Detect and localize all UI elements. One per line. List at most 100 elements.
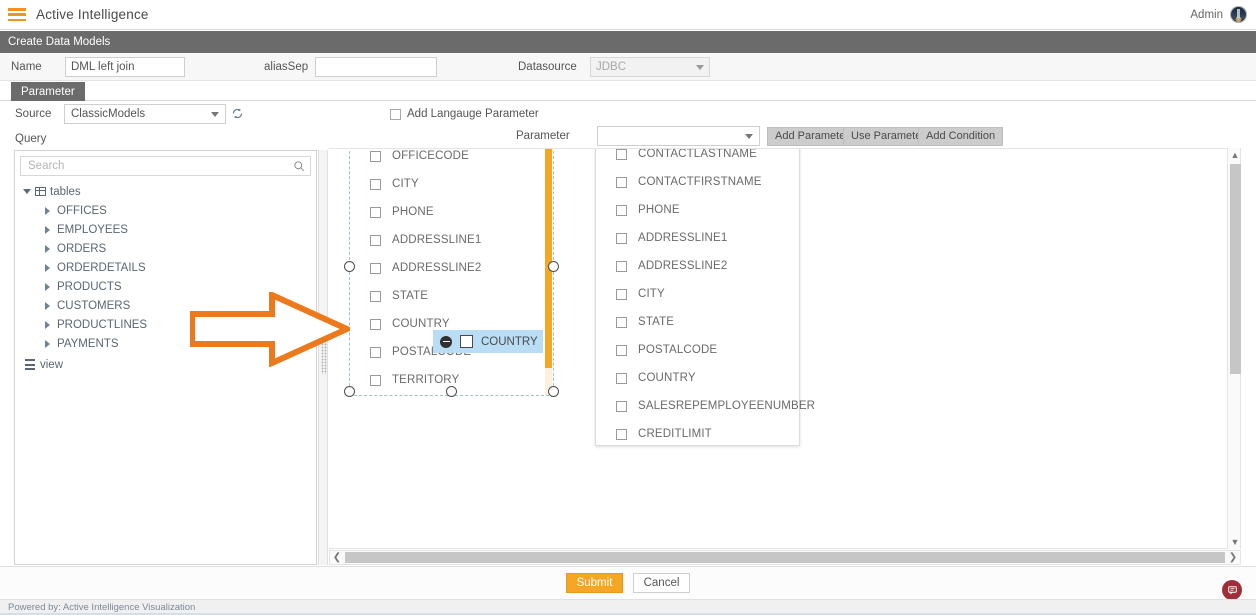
tab-strip: Parameter: [0, 82, 1256, 101]
field-row[interactable]: ADDRESSLINE2: [596, 252, 799, 280]
user-avatar[interactable]: [1230, 6, 1247, 23]
cancel-button[interactable]: Cancel: [633, 573, 690, 593]
checkbox-icon[interactable]: [616, 400, 627, 412]
field-row[interactable]: PHONE: [350, 198, 553, 226]
submit-label: Submit: [576, 577, 613, 589]
resize-handle-bottom-center[interactable]: [446, 386, 457, 397]
panel-splitter[interactable]: [318, 150, 328, 565]
chevron-left-icon[interactable]: ❮: [330, 550, 344, 565]
hamburger-icon[interactable]: [8, 8, 26, 21]
checkbox-icon[interactable]: [370, 290, 381, 302]
field-row[interactable]: POSTALCODE: [596, 336, 799, 364]
checkbox-icon[interactable]: [370, 178, 381, 190]
aliassep-input[interactable]: [315, 57, 437, 77]
chevron-right-icon[interactable]: [45, 282, 50, 291]
checkbox-icon[interactable]: [616, 344, 627, 356]
tree-node-tables[interactable]: tables: [15, 182, 316, 201]
tree-item-employees[interactable]: EMPLOYEES: [15, 220, 316, 239]
parameter-select[interactable]: [597, 126, 760, 146]
checkbox-icon[interactable]: [370, 374, 381, 386]
resize-handle-middle-left[interactable]: [344, 261, 355, 272]
chevron-down-icon[interactable]: [23, 189, 31, 194]
field-row[interactable]: CREDITLIMIT: [596, 420, 799, 448]
checkbox-icon[interactable]: [616, 260, 627, 272]
chevron-right-icon[interactable]: [45, 339, 50, 348]
chevron-right-icon[interactable]: [45, 225, 50, 234]
chevron-up-icon[interactable]: ▲: [1228, 148, 1242, 162]
checkbox-icon[interactable]: [370, 346, 381, 358]
table-panel-1[interactable]: OFFICECODE CITY PHONE ADDRESSLINE1 ADDRE…: [344, 149, 559, 397]
checkbox-icon[interactable]: [370, 150, 381, 162]
field-row[interactable]: ADDRESSLINE1: [596, 224, 799, 252]
checkbox-icon[interactable]: [370, 234, 381, 246]
add-condition-button[interactable]: Add Condition: [918, 127, 1004, 146]
tree-item-productlines[interactable]: PRODUCTLINES: [15, 315, 316, 334]
tree-item-orders[interactable]: ORDERS: [15, 239, 316, 258]
checkbox-icon[interactable]: [460, 335, 473, 348]
checkbox-icon[interactable]: [370, 318, 381, 330]
table-panel-2[interactable]: CONTACTLASTNAME CONTACTFIRSTNAME PHONE A…: [595, 149, 815, 448]
add-language-parameter-checkbox[interactable]: Add Langauge Parameter: [390, 108, 539, 120]
field-label: CREDITLIMIT: [638, 428, 712, 440]
checkbox-icon[interactable]: [616, 372, 627, 384]
search-icon[interactable]: [293, 160, 305, 172]
submit-button[interactable]: Submit: [566, 573, 623, 593]
canvas-horizontal-scrollbar[interactable]: ❮ ❯: [329, 550, 1241, 565]
tree-item-products[interactable]: PRODUCTS: [15, 277, 316, 296]
datasource-select[interactable]: JDBC: [590, 57, 710, 77]
source-select[interactable]: ClassicModels: [64, 104, 226, 124]
model-canvas[interactable]: OFFICECODE CITY PHONE ADDRESSLINE1 ADDRE…: [329, 148, 1241, 549]
checkbox-icon[interactable]: [616, 288, 627, 300]
vertical-scroll-thumb[interactable]: [1230, 164, 1241, 374]
drag-ghost-country[interactable]: COUNTRY: [433, 330, 543, 353]
checkbox-icon[interactable]: [616, 316, 627, 328]
name-input[interactable]: [65, 57, 185, 77]
canvas-vertical-scrollbar[interactable]: ▲ ▼: [1227, 148, 1241, 549]
resize-handle-bottom-left[interactable]: [344, 386, 355, 397]
field-row[interactable]: COUNTRY: [596, 364, 799, 392]
field-label: CITY: [638, 288, 665, 300]
tree-item-offices[interactable]: OFFICES: [15, 201, 316, 220]
checkbox-icon[interactable]: [370, 262, 381, 274]
top-bar: Active Intelligence Admin: [0, 0, 1256, 30]
checkbox-icon[interactable]: [616, 232, 627, 244]
checkbox-icon[interactable]: [616, 428, 627, 440]
field-row[interactable]: PHONE: [596, 196, 799, 224]
field-row[interactable]: CONTACTFIRSTNAME: [596, 168, 799, 196]
field-row[interactable]: CONTACTLASTNAME: [596, 149, 799, 168]
field-row[interactable]: CITY: [596, 280, 799, 308]
field-row[interactable]: STATE: [350, 282, 553, 310]
chevron-right-icon[interactable]: [45, 301, 50, 310]
tree-node-view[interactable]: view: [15, 355, 316, 374]
field-row[interactable]: STATE: [596, 308, 799, 336]
field-row[interactable]: CITY: [350, 170, 553, 198]
splitter-grip[interactable]: [321, 340, 327, 374]
tree-node-view-label: view: [40, 358, 64, 371]
resize-handle-bottom-right[interactable]: [548, 386, 559, 397]
search-row[interactable]: [20, 156, 311, 176]
resize-handle-middle-right[interactable]: [548, 261, 559, 272]
chevron-down-icon[interactable]: ▼: [1228, 535, 1242, 549]
checkbox-icon[interactable]: [616, 204, 627, 216]
chevron-right-icon[interactable]: [45, 320, 50, 329]
chat-bubble-icon[interactable]: [1222, 580, 1242, 600]
field-row[interactable]: ADDRESSLINE1: [350, 226, 553, 254]
horizontal-scroll-thumb[interactable]: [345, 552, 1225, 563]
chevron-right-icon[interactable]: [45, 206, 50, 215]
checkbox-icon[interactable]: [616, 176, 627, 188]
checkbox-icon[interactable]: [370, 206, 381, 218]
search-input[interactable]: [26, 159, 293, 173]
chevron-right-icon[interactable]: ❯: [1226, 550, 1240, 565]
field-row[interactable]: SALESREPEMPLOYEENUMBER: [596, 392, 815, 420]
tree-item-payments[interactable]: PAYMENTS: [15, 334, 316, 353]
tree-item-orderdetails[interactable]: ORDERDETAILS: [15, 258, 316, 277]
chevron-right-icon[interactable]: [45, 244, 50, 253]
tab-parameter[interactable]: Parameter: [11, 82, 85, 101]
tree-item-customers[interactable]: CUSTOMERS: [15, 296, 316, 315]
checkbox-icon[interactable]: [616, 149, 627, 160]
refresh-icon[interactable]: [231, 107, 244, 120]
field-row[interactable]: ADDRESSLINE2: [350, 254, 553, 282]
minus-circle-icon[interactable]: [440, 335, 452, 348]
chevron-right-icon[interactable]: [45, 263, 50, 272]
field-row[interactable]: OFFICECODE: [350, 149, 553, 170]
